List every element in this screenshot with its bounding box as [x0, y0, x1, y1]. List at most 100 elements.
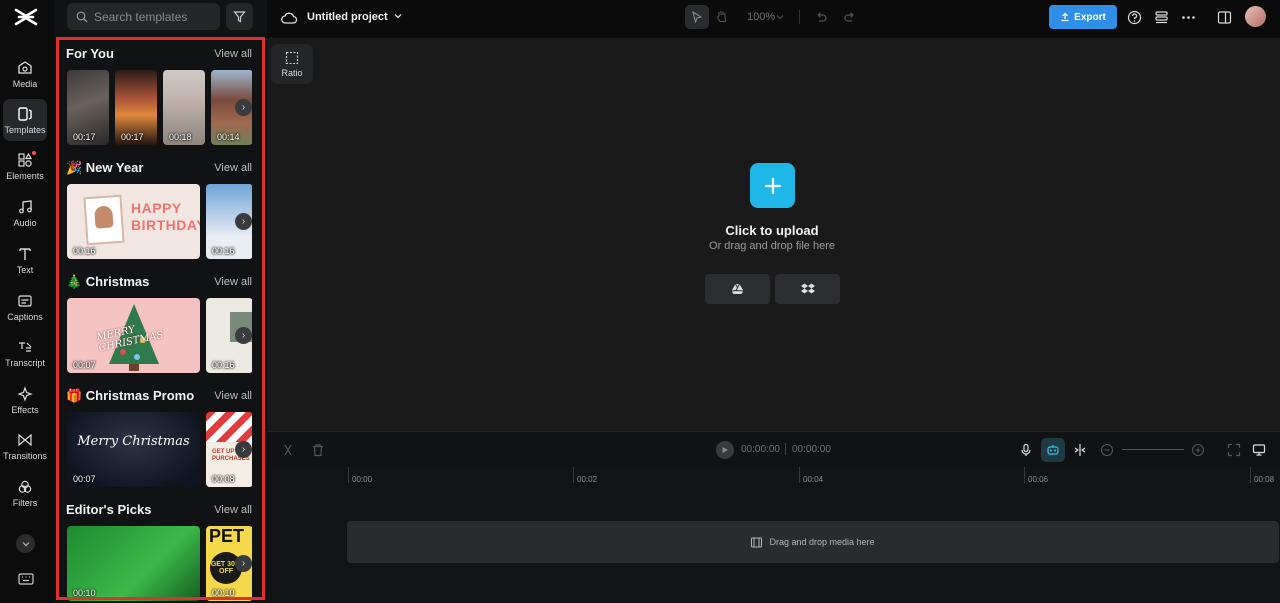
delete-icon[interactable] — [311, 443, 325, 457]
view-all-link[interactable]: View all — [214, 48, 252, 60]
template-thumbnail[interactable]: Merry Christmas 00:07 — [67, 412, 200, 487]
media-icon — [18, 61, 32, 74]
help-icon[interactable] — [1127, 10, 1142, 25]
ratio-label: Ratio — [281, 67, 303, 78]
ruler-label: 00:04 — [803, 475, 824, 484]
rail-label: Filters — [12, 498, 38, 508]
zoom-out-icon[interactable] — [1100, 443, 1114, 457]
carousel-next-button[interactable]: › — [235, 441, 252, 458]
section-for-you: For You View all 00:17 00:17 00:18 00:14… — [66, 44, 252, 145]
view-all-link[interactable]: View all — [214, 162, 252, 174]
rail-item-templates[interactable]: Templates — [3, 99, 47, 141]
ruler-label: 00:08 — [1254, 475, 1275, 484]
play-button[interactable] — [716, 441, 734, 459]
template-search[interactable] — [67, 3, 220, 30]
cloud-icon[interactable] — [281, 10, 297, 26]
media-drop-track[interactable]: Drag and drop media here — [347, 521, 1279, 563]
drop-media-text: Drag and drop media here — [769, 537, 875, 547]
filter-button[interactable] — [226, 3, 253, 30]
zoom-level[interactable]: 100% — [747, 11, 775, 23]
view-all-link[interactable]: View all — [214, 504, 252, 516]
preview-screen-icon[interactable] — [1252, 443, 1266, 457]
canvas-area: Ratio Click to upload Or drag and drop f… — [267, 38, 1280, 431]
section-header: For You View all — [66, 44, 252, 64]
rail-item-captions[interactable]: Captions — [3, 286, 47, 328]
zoom-in-icon[interactable] — [1191, 443, 1205, 457]
rail-item-effects[interactable]: Effects — [3, 379, 47, 421]
more-options-icon[interactable] — [1181, 10, 1196, 25]
section-header: 🎁 Christmas Promo View all — [66, 386, 252, 406]
template-thumbnail[interactable]: MERRY CHRISTMAS 00:07 — [67, 298, 200, 373]
robot-icon — [1047, 445, 1059, 455]
cursor-icon — [692, 11, 703, 23]
template-thumbnail[interactable]: 00:17 — [115, 70, 157, 145]
elements-icon — [18, 152, 33, 167]
microphone-icon[interactable] — [1019, 443, 1033, 457]
duration-label: 00:16 — [73, 246, 96, 256]
divider — [785, 443, 786, 455]
panel-layout-icon[interactable] — [1217, 10, 1232, 25]
ratio-button[interactable]: Ratio — [271, 44, 313, 84]
notification-dot — [32, 151, 36, 155]
section-header: Editor's Picks View all — [66, 500, 252, 520]
view-all-link[interactable]: View all — [214, 390, 252, 402]
keyboard-shortcuts-icon[interactable] — [18, 573, 34, 587]
rail-collapse-button[interactable] — [16, 534, 35, 553]
fit-timeline-icon[interactable] — [1227, 443, 1241, 457]
media-icon — [751, 537, 763, 547]
snap-split-icon[interactable] — [1073, 443, 1087, 457]
carousel-next-button[interactable]: › — [235, 327, 252, 344]
split-icon[interactable] — [281, 443, 295, 457]
rail-label: Transitions — [3, 451, 47, 461]
ruler-label: 00:06 — [1028, 475, 1049, 484]
search-input[interactable] — [94, 9, 214, 24]
rail-item-audio[interactable]: Audio — [3, 192, 47, 234]
rail-item-media[interactable]: Media — [3, 53, 47, 95]
rail-item-text[interactable]: Text — [3, 239, 47, 281]
app-logo-icon[interactable] — [14, 6, 38, 28]
carousel-next-button[interactable]: › — [235, 555, 252, 572]
layers-icon[interactable] — [1154, 10, 1169, 25]
section-christmas-promo: 🎁 Christmas Promo View all Merry Christm… — [66, 386, 252, 487]
undo-icon[interactable] — [814, 10, 828, 24]
export-button[interactable]: Export — [1049, 5, 1117, 29]
template-thumbnail[interactable]: 00:18 — [163, 70, 205, 145]
divider — [799, 10, 800, 24]
rail-item-filters[interactable]: Filters — [3, 472, 47, 514]
upload-button[interactable] — [750, 163, 795, 208]
rail-item-transcript[interactable]: Transcript — [3, 332, 47, 374]
timeline[interactable]: 00:00 00:02 00:04 00:06 00:08 Drag and d… — [267, 467, 1280, 603]
ruler-label: 00:00 — [352, 475, 373, 484]
template-thumbnail[interactable]: 00:10 — [67, 526, 200, 601]
template-thumbnail[interactable]: 00:17 — [67, 70, 109, 145]
template-thumbnail[interactable]: HAPPY BIRTHDAY 00:16 — [67, 184, 200, 259]
carousel-next-button[interactable]: › — [235, 213, 252, 230]
pet-text: PET — [209, 526, 245, 546]
user-avatar[interactable] — [1245, 6, 1266, 27]
redo-icon[interactable] — [843, 10, 857, 24]
template-carousel: HAPPY BIRTHDAY 00:16 00:16 › — [67, 184, 252, 260]
templates-icon — [18, 107, 32, 121]
section-title: Editor's Picks — [66, 502, 152, 517]
chevron-down-icon — [22, 541, 29, 546]
upload-title[interactable]: Click to upload — [672, 223, 872, 238]
google-drive-button[interactable] — [705, 274, 770, 304]
search-icon — [76, 11, 88, 22]
chevron-down-icon[interactable] — [776, 13, 784, 21]
ai-voice-button[interactable] — [1041, 438, 1065, 462]
timeline-zoom-slider[interactable] — [1122, 449, 1184, 450]
google-drive-icon — [731, 283, 744, 294]
rail-item-transitions[interactable]: Transitions — [3, 425, 47, 467]
carousel-next-button[interactable]: › — [235, 99, 252, 116]
rail-label: Effects — [11, 405, 39, 415]
ruler-tick — [573, 467, 574, 483]
chevron-right-icon: › — [241, 444, 246, 455]
project-title[interactable]: Untitled project — [307, 11, 388, 23]
hand-tool-icon[interactable] — [715, 9, 729, 23]
chevron-down-icon[interactable] — [393, 11, 403, 21]
duration-label: 00:10 — [73, 588, 96, 598]
select-tool-button[interactable] — [685, 5, 709, 29]
view-all-link[interactable]: View all — [214, 276, 252, 288]
rail-item-elements[interactable]: Elements — [3, 145, 47, 187]
dropbox-button[interactable] — [775, 274, 840, 304]
